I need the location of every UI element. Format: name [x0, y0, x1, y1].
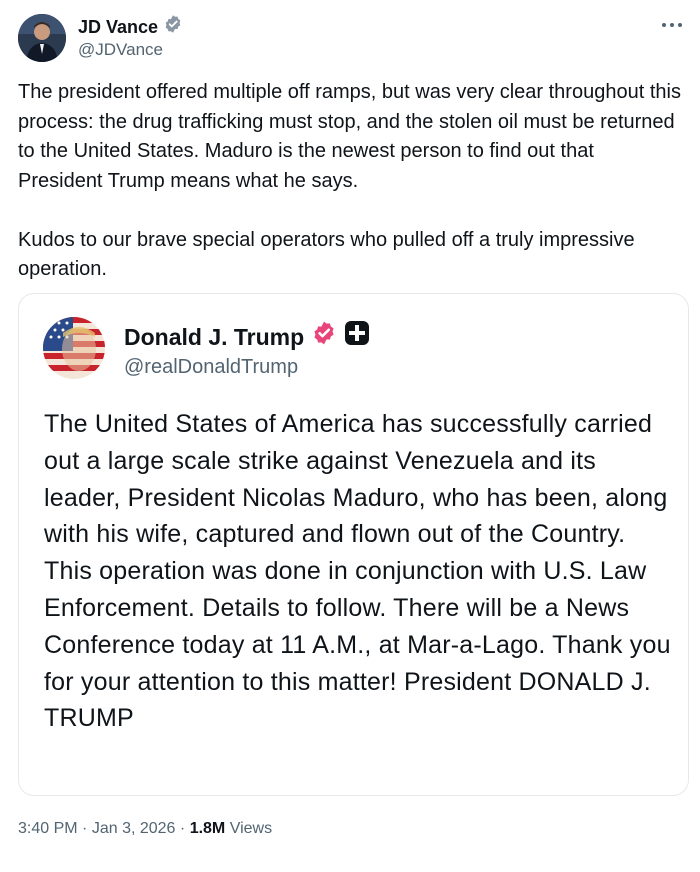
- tweet-paragraph: The president offered multiple off ramps…: [18, 81, 681, 192]
- post-time[interactable]: 3:40 PM: [18, 820, 78, 837]
- post-meta: 3:40 PM · Jan 3, 2026 · 1.8M Views: [18, 818, 272, 840]
- tweet-paragraph: Kudos to our brave special operators who…: [18, 228, 635, 281]
- quoted-author-avatar[interactable]: [43, 317, 105, 379]
- quoted-author-name[interactable]: Donald J. Trump: [124, 320, 370, 354]
- quoted-post-text: The United States of America has success…: [44, 410, 671, 733]
- quoted-post-card[interactable]: Donald J. Trump @realDonaldTrump The Uni…: [18, 293, 689, 796]
- meta-separator: ·: [82, 820, 88, 837]
- more-options-button[interactable]: [658, 14, 686, 36]
- meta-separator: ·: [179, 820, 186, 837]
- tweet-text: The president offered multiple off ramps…: [18, 78, 683, 285]
- views-label[interactable]: Views: [230, 820, 272, 837]
- quoted-author-handle[interactable]: @realDonaldTrump: [124, 353, 298, 381]
- author-name[interactable]: JD Vance: [78, 14, 183, 40]
- more-options-icon: [662, 23, 682, 27]
- author-handle[interactable]: @JDVance: [78, 38, 163, 62]
- tweet: JD Vance @JDVance The president offered …: [0, 0, 700, 872]
- verified-badge-icon: [163, 14, 183, 40]
- quoted-author-name-text[interactable]: Donald J. Trump: [124, 321, 304, 353]
- post-date[interactable]: Jan 3, 2026: [92, 820, 176, 837]
- truth-social-icon: [344, 320, 370, 354]
- truth-verified-badge-icon: [311, 320, 337, 354]
- views-count[interactable]: 1.8M: [190, 820, 226, 837]
- author-avatar[interactable]: [18, 14, 66, 62]
- author-name-text[interactable]: JD Vance: [78, 15, 158, 39]
